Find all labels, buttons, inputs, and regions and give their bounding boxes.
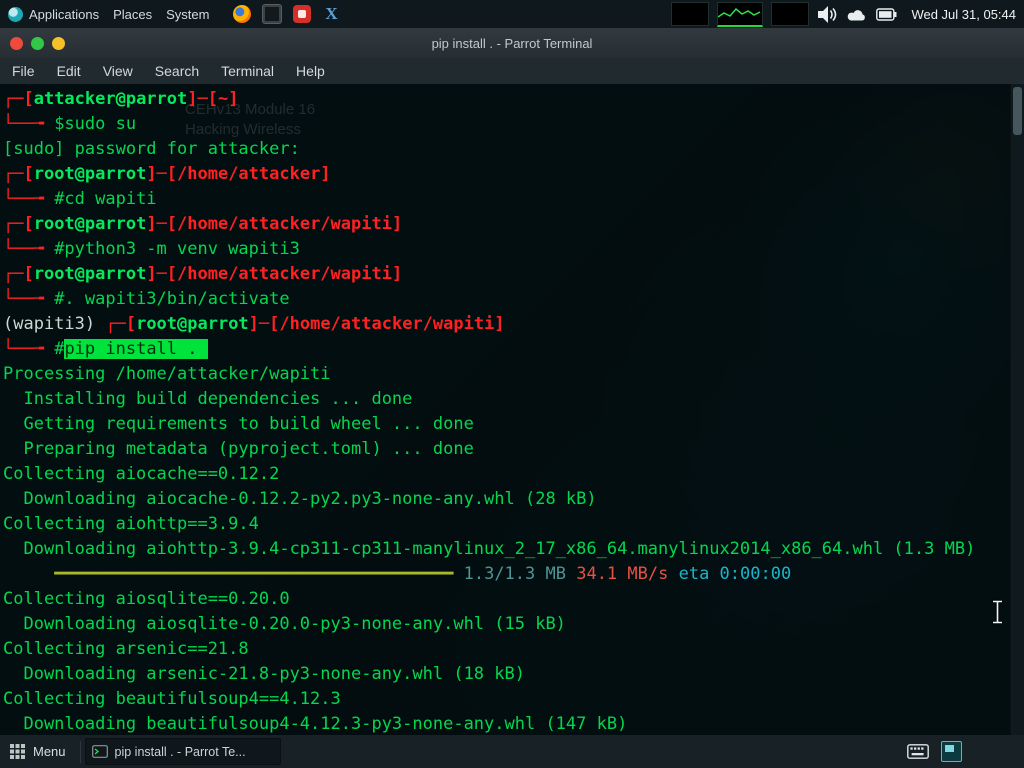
parrot-logo-icon [8,7,23,22]
menu-edit[interactable]: Edit [57,63,81,79]
terminal-line: └──╼ #python3 -m venv wapiti3 [3,237,1011,262]
terminal-line: Collecting arsenic==21.8 [3,637,1011,662]
terminal-line: └──╼ #cd wapiti [3,187,1011,212]
terminal-line: Downloading arsenic-21.8-py3-none-any.wh… [3,662,1011,687]
scrollbar-thumb[interactable] [1013,87,1022,135]
terminal-line: Installing build dependencies ... done [3,387,1011,412]
terminal-line: Processing /home/attacker/wapiti [3,362,1011,387]
notification-tray-icon[interactable] [941,741,962,762]
close-button[interactable] [10,37,23,50]
menu-file[interactable]: File [12,63,35,79]
terminal-line: Getting requirements to build wheel ... … [3,412,1011,437]
maximize-button[interactable] [31,37,44,50]
menu-view[interactable]: View [103,63,133,79]
top-panel: Applications Places System X [0,0,1024,28]
terminal-titlebar[interactable]: pip install . - Parrot Terminal [0,28,1024,58]
menu-grid-icon [10,744,25,759]
red-app-icon[interactable] [293,5,311,23]
firefox-icon[interactable] [233,5,251,23]
terminal-line: Downloading aiohttp-3.9.4-cp311-cp311-ma… [3,537,1011,562]
terminal-line: ┌─[root@parrot]─[/home/attacker/wapiti] [3,212,1011,237]
terminal-line: Preparing metadata (pyproject.toml) ... … [3,437,1011,462]
menu-search[interactable]: Search [155,63,199,79]
terminal-line: ━━━━━━━━━━━━━━━━━━━━━━━━━━━━━━━━━━━━━━━ … [3,562,1011,587]
taskbar-separator [80,741,81,763]
clock[interactable]: Wed Jul 31, 05:44 [911,7,1016,22]
minimize-button[interactable] [52,37,65,50]
mouse-cursor [991,600,1004,624]
applications-label: Applications [29,7,99,22]
system-label: System [166,7,209,22]
terminal-line: └──╼ #. wapiti3/bin/activate [3,287,1011,312]
scrollbar-track[interactable] [1010,84,1024,735]
terminal-line: Downloading aiosqlite-0.20.0-py3-none-an… [3,612,1011,637]
taskbar-window-label: pip install . - Parrot Te... [115,745,246,759]
workspace-box-1[interactable] [671,2,709,26]
terminal-menubar: File Edit View Search Terminal Help [0,58,1024,84]
cloud-sync-icon[interactable] [847,7,868,22]
terminal-line: ┌─[root@parrot]─[/home/attacker/wapiti] [3,262,1011,287]
taskbar: Menu pip install . - Parrot Te... [0,735,1024,768]
terminal-line: (wapiti3) ┌─[root@parrot]─[/home/attacke… [3,312,1011,337]
terminal-viewport[interactable]: CEHv13 Module 16 Hacking Wireless ┌─[att… [0,84,1024,735]
terminal-task-icon [92,745,108,758]
terminal-line: Collecting aiocache==0.12.2 [3,462,1011,487]
places-label: Places [113,7,152,22]
terminal-line: ┌─[root@parrot]─[/home/attacker] [3,162,1011,187]
terminal-line: Downloading aiocache-0.12.2-py2.py3-none… [3,487,1011,512]
taskbar-window-button[interactable]: pip install . - Parrot Te... [85,738,281,765]
terminal-line: Collecting beautifulsoup4==4.12.3 [3,687,1011,712]
window-title: pip install . - Parrot Terminal [0,36,1024,51]
terminal-line: Downloading beautifulsoup4-4.12.3-py3-no… [3,712,1011,737]
terminal-line: └──╼ $sudo su [3,112,1011,137]
terminal-line: [sudo] password for attacker: [3,137,1011,162]
terminal-line: Collecting aiohttp==3.9.4 [3,512,1011,537]
taskbar-menu-label: Menu [33,744,66,759]
volume-icon[interactable] [817,6,839,23]
battery-icon[interactable] [876,8,897,21]
applications-menu[interactable]: Applications [8,7,99,22]
system-monitor-applet[interactable] [717,2,763,27]
terminal-line: Collecting aiosqlite==0.20.0 [3,587,1011,612]
terminal-line: └──╼ #pip install . [3,337,1011,362]
taskbar-menu-button[interactable]: Menu [0,735,80,768]
system-menu[interactable]: System [166,7,209,22]
workspace-box-2[interactable] [771,2,809,26]
keyboard-layout-icon[interactable] [907,744,929,759]
terminal-output: ┌─[attacker@parrot]─[~]└──╼ $sudo su[sud… [0,84,1011,735]
terminal-line: ┌─[attacker@parrot]─[~] [3,87,1011,112]
menu-terminal[interactable]: Terminal [221,63,274,79]
xorg-icon[interactable]: X [322,5,340,23]
places-menu[interactable]: Places [113,7,152,22]
terminal-launcher-icon[interactable] [262,4,282,24]
menu-help[interactable]: Help [296,63,325,79]
